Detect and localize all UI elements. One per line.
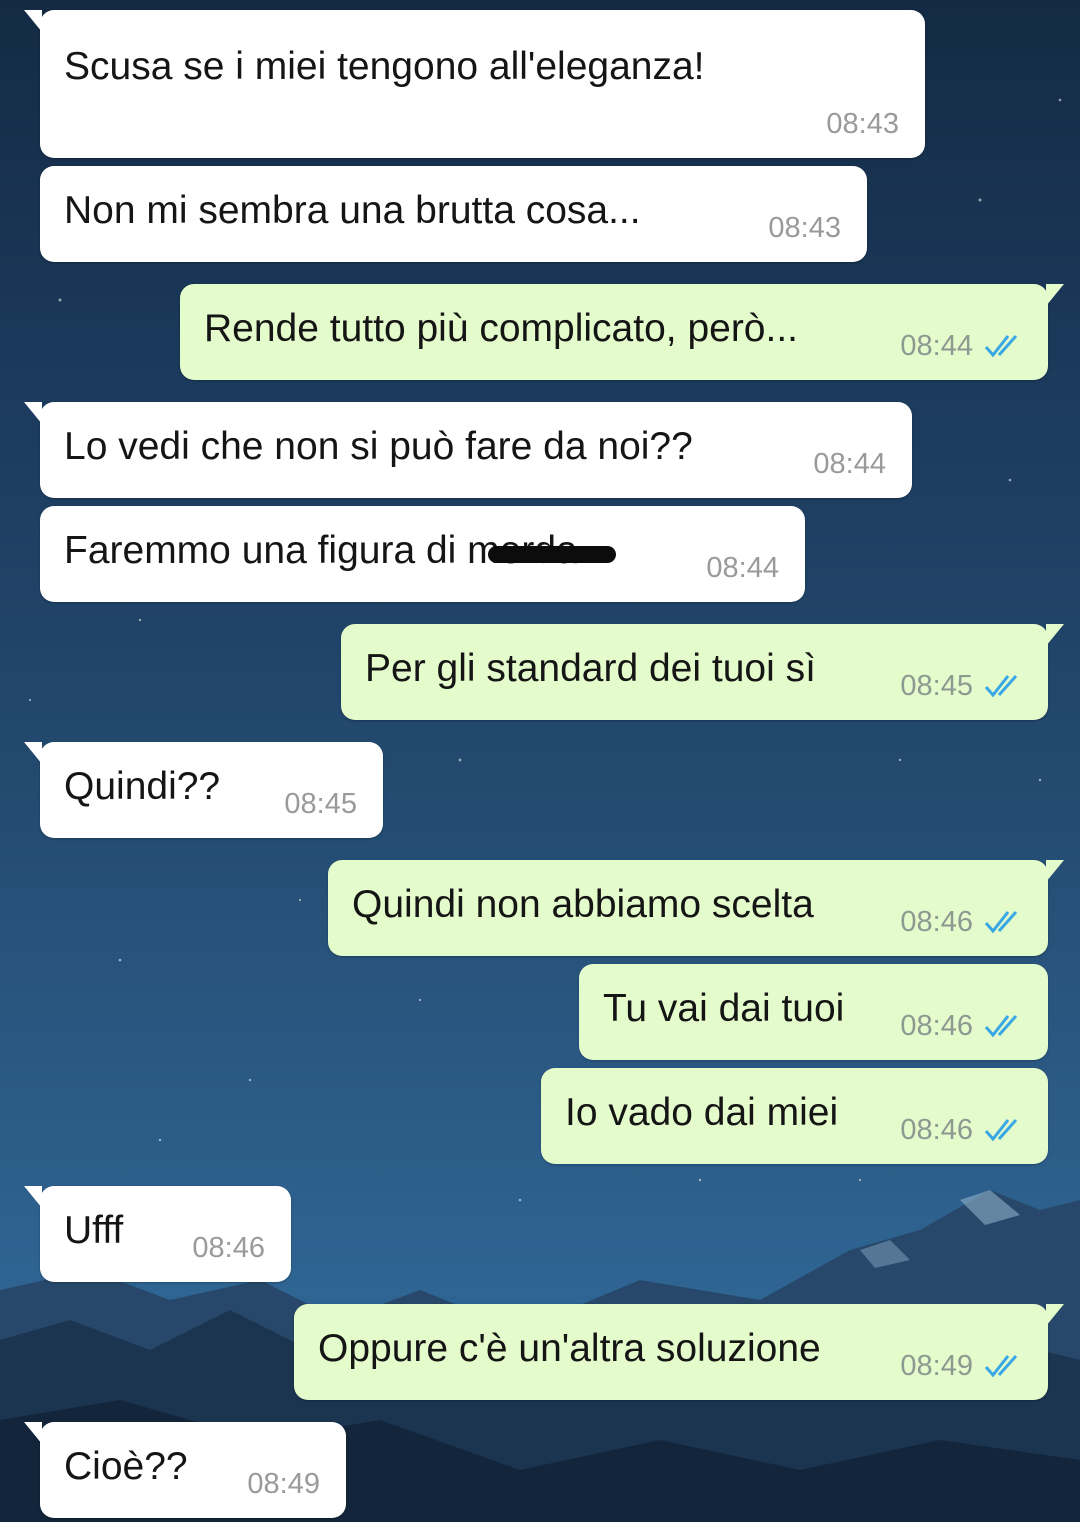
bubble-tail [1046,284,1064,306]
message-bubble-incoming[interactable]: Non mi sembra una brutta cosa... 08:43 [40,166,867,262]
message-text: Oppure c'è un'altra soluzione [318,1327,821,1370]
message-timestamp: 08:43 [826,108,899,140]
message-bubble-incoming[interactable]: Lo vedi che non si può fare da noi?? 08:… [24,402,912,498]
bubble-tail [1046,1304,1064,1326]
bubble-tail [24,402,42,424]
message-timestamp: 08:44 [706,552,779,584]
message-timestamp: 08:43 [768,212,841,244]
message-bubble-outgoing[interactable]: Per gli standard dei tuoi sì 08:45 [341,624,1064,720]
message-text: Lo vedi che non si può fare da noi?? [64,425,693,468]
message-text: Quindi?? [64,765,221,808]
message-text: Non mi sembra una brutta cosa... [64,189,641,232]
message-text: Ufff [64,1209,124,1252]
message-bubble-incoming[interactable]: Scusa se i miei tengono all'eleganza! 08… [24,10,925,158]
message-bubble-outgoing[interactable]: Quindi non abbiamo scelta 08:46 [328,860,1064,956]
message-text: Per gli standard dei tuoi sì [365,647,816,690]
message-text: Scusa se i miei tengono all'eleganza! [64,45,705,88]
read-receipt-icon [984,1118,1018,1142]
bubble-tail [24,1186,42,1208]
bubble-tail [24,742,42,764]
message-bubble-incoming[interactable]: Faremmo una figura di merda. 08:44 [40,506,805,602]
message-bubble-incoming[interactable]: Quindi?? 08:45 [24,742,383,838]
message-text: Tu vai dai tuoi [603,987,845,1030]
message-bubble-outgoing[interactable]: Io vado dai miei 08:46 [541,1068,1048,1164]
message-timestamp: 08:46 [900,1114,973,1146]
read-receipt-icon [984,1354,1018,1378]
message-timestamp: 08:49 [247,1468,320,1500]
message-timestamp: 08:46 [192,1232,265,1264]
bubble-tail [24,10,42,32]
bubble-tail [1046,860,1064,882]
message-bubble-outgoing[interactable]: Oppure c'è un'altra soluzione 08:49 [294,1304,1064,1400]
message-timestamp: 08:44 [900,330,973,362]
read-receipt-icon [984,910,1018,934]
read-receipt-icon [984,1014,1018,1038]
message-text: Io vado dai miei [565,1091,839,1134]
message-bubble-incoming[interactable]: Cioè?? 08:49 [24,1422,346,1518]
message-bubble-incoming[interactable]: Ufff 08:46 [24,1186,291,1282]
message-bubble-outgoing[interactable]: Tu vai dai tuoi 08:46 [579,964,1048,1060]
message-text: Quindi non abbiamo scelta [352,883,814,926]
bubble-tail [24,1422,42,1444]
read-receipt-icon [984,674,1018,698]
message-bubble-outgoing[interactable]: Rende tutto più complicato, però... 08:4… [180,284,1064,380]
message-timestamp: 08:45 [284,788,357,820]
message-timestamp: 08:44 [813,448,886,480]
read-receipt-icon [984,334,1018,358]
message-timestamp: 08:46 [900,906,973,938]
message-text: Rende tutto più complicato, però... [204,307,799,350]
bubble-tail [1046,624,1064,646]
message-timestamp: 08:45 [900,670,973,702]
message-text: Cioè?? [64,1445,188,1488]
message-timestamp: 08:46 [900,1010,973,1042]
censor-scribble [488,546,616,563]
message-timestamp: 08:49 [900,1350,973,1382]
